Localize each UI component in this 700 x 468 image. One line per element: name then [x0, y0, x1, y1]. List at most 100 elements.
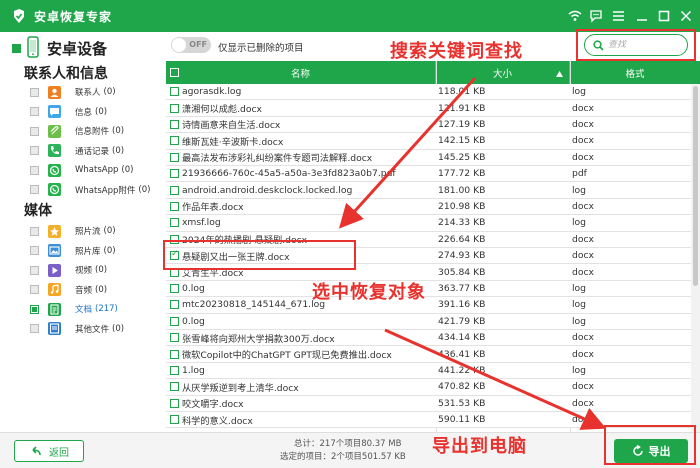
sidebar-item-photo-stream[interactable]: 照片流 (0): [30, 222, 165, 240]
app-logo-icon: [10, 7, 28, 25]
sidebar-item-checkbox[interactable]: [30, 165, 39, 175]
table-row[interactable]: 潇湘何以成彪.docx 121.91 KB docx: [166, 100, 700, 117]
file-format: log: [572, 282, 587, 294]
table-row[interactable]: 从厌学叛逆到考上清华.docx 470.82 KB docx: [166, 379, 700, 396]
sidebar-item-checkbox[interactable]: [30, 265, 39, 275]
row-checkbox[interactable]: [170, 349, 179, 359]
row-checkbox[interactable]: [170, 185, 179, 195]
row-checkbox[interactable]: [170, 382, 179, 392]
deleted-only-toggle[interactable]: OFF: [171, 37, 211, 53]
file-format: docx: [572, 414, 594, 426]
table-row[interactable]: 1.log 441.22 KB log: [166, 362, 700, 380]
file-size: 177.72 KB: [438, 168, 486, 180]
table-row[interactable]: 作品年表.docx 210.98 KB docx: [166, 198, 700, 216]
row-checkbox[interactable]: [170, 136, 179, 146]
annotation-search-box: [576, 29, 696, 61]
table-row[interactable]: 张雪峰将向郑州大学捐款300万.docx 434.14 KB docx: [166, 330, 700, 347]
sidebar-item-video[interactable]: 视频 (0): [30, 261, 165, 279]
table-row[interactable]: agorasdk.log 118.01 KB log: [166, 84, 700, 101]
file-format: docx: [572, 135, 594, 147]
table-row[interactable]: 0.log 363.77 KB log: [166, 280, 700, 298]
feedback-icon[interactable]: [586, 6, 606, 26]
row-checkbox[interactable]: [170, 300, 179, 310]
file-format: docx: [572, 151, 594, 163]
file-size: 118.01 KB: [438, 86, 486, 98]
sidebar-item-checkbox[interactable]: [30, 107, 39, 116]
row-checkbox[interactable]: [170, 169, 179, 179]
table-row[interactable]: 微软Copilot中的ChatGPT GPT现已免费推出.docx 436.41 …: [166, 346, 700, 363]
back-button[interactable]: 返回: [14, 440, 84, 462]
table-row[interactable]: mtc20230818_145144_671.log 391.16 KB log: [166, 297, 700, 314]
sidebar-item-checkbox[interactable]: [30, 246, 39, 255]
column-name-header[interactable]: 名称: [166, 61, 436, 84]
sidebar-item-label: 照片流: [75, 227, 101, 237]
row-checkbox[interactable]: [170, 365, 179, 375]
column-format-header[interactable]: 格式: [570, 61, 700, 84]
whatsapp-icon: [48, 163, 61, 177]
file-name: 21936666-760c-45a5-a50a-3e3fd823a0b7.pdf: [182, 168, 396, 180]
sidebar-item-phone[interactable]: 通话记录 (0): [30, 142, 165, 160]
table-row[interactable]: 维斯瓦娃·辛波斯卡.docx 142.15 KB docx: [166, 133, 700, 150]
sidebar-item-photo-library[interactable]: 照片库 (0): [30, 242, 165, 260]
file-format: docx: [572, 266, 594, 278]
row-checkbox[interactable]: [170, 398, 179, 408]
file-size: 181.00 KB: [438, 184, 486, 196]
column-size-header[interactable]: 大小: [436, 61, 570, 84]
annotation-selected-row-box: [163, 240, 356, 270]
annotation-search: 搜索关键词查找: [390, 41, 523, 62]
sidebar-item-count: (0): [138, 184, 151, 195]
sidebar-item-other-files[interactable]: 其他文件 (0): [30, 320, 165, 338]
sidebar-item-label: 照片库: [75, 246, 101, 257]
sidebar-item-contacts[interactable]: 联系人 (0): [30, 83, 165, 101]
row-checkbox[interactable]: [170, 283, 179, 293]
photo-library-icon: [48, 244, 61, 257]
sidebar-item-checkbox[interactable]: [30, 226, 39, 236]
maximize-icon[interactable]: [654, 6, 674, 26]
sidebar-item-checkbox[interactable]: [30, 185, 39, 194]
row-checkbox[interactable]: [170, 333, 179, 343]
table-row[interactable]: 咬文嚼字.docx 531.53 KB docx: [166, 395, 700, 412]
sidebar-item-checkbox[interactable]: [30, 87, 39, 97]
sidebar-item-checkbox[interactable]: [30, 126, 39, 136]
row-checkbox[interactable]: [170, 119, 179, 129]
row-checkbox[interactable]: [170, 218, 179, 228]
row-checkbox[interactable]: [170, 201, 179, 211]
row-checkbox[interactable]: [170, 103, 179, 113]
sidebar-item-whatsapp[interactable]: WhatsApp (0): [30, 161, 165, 179]
table-row[interactable]: xmsf.log 214.33 KB log: [166, 215, 700, 232]
row-checkbox[interactable]: [170, 152, 179, 162]
device-header[interactable]: 安卓设备: [12, 36, 107, 61]
table-row[interactable]: android.android.deskclock.locked.log 181.…: [166, 182, 700, 199]
table-row[interactable]: 最高法发布涉彩礼纠纷案件专题司法解释.docx 145.25 KB docx: [166, 149, 700, 166]
sidebar-item-checkbox[interactable]: [30, 285, 39, 294]
row-checkbox[interactable]: [170, 415, 179, 425]
table-row[interactable]: 0.log 421.79 KB log: [166, 313, 700, 330]
table-scrollbar[interactable]: [691, 84, 700, 432]
scrollbar-thumb[interactable]: [693, 86, 698, 286]
table-row[interactable]: 21936666-760c-45a5-a50a-3e3fd823a0b7.pdf…: [166, 166, 700, 183]
file-format: docx: [572, 332, 594, 344]
sidebar-item-checkbox[interactable]: [30, 324, 39, 333]
sidebar-item-count: (0): [95, 265, 108, 275]
minimize-icon[interactable]: [632, 6, 652, 26]
sidebar-item-document[interactable]: 文档 (217): [30, 300, 165, 318]
sort-ascending-icon: [556, 69, 563, 80]
sidebar-item-message[interactable]: 信息 (0): [30, 103, 165, 121]
select-all-checkbox[interactable]: [170, 68, 179, 77]
sidebar-item-whatsapp-attachment[interactable]: WhatsApp附件 (0): [30, 181, 165, 199]
sidebar-item-checkbox[interactable]: [30, 146, 39, 155]
table-row[interactable]: 诗情画意来自生活.docx 127.19 KB docx: [166, 116, 700, 134]
close-icon[interactable]: [676, 6, 696, 26]
row-checkbox[interactable]: [170, 316, 179, 326]
wifi-icon[interactable]: [565, 6, 585, 26]
app-window: 安卓恢复专家 安卓设备 联系人和信息 联系人 (0) 信息 (0) 信息附件 (…: [0, 0, 700, 468]
sidebar-item-checkbox[interactable]: [30, 304, 39, 314]
sidebar-item-audio[interactable]: 音频 (0): [30, 281, 165, 299]
row-checkbox[interactable]: [170, 87, 179, 97]
sidebar-item-label: 联系人: [75, 88, 101, 98]
toggle-knob: [172, 38, 186, 52]
menu-icon[interactable]: [608, 6, 628, 26]
device-select-box[interactable]: [12, 44, 21, 53]
file-name: 咬文嚼字.docx: [182, 399, 244, 411]
sidebar-item-attachment[interactable]: 信息附件 (0): [30, 122, 165, 140]
